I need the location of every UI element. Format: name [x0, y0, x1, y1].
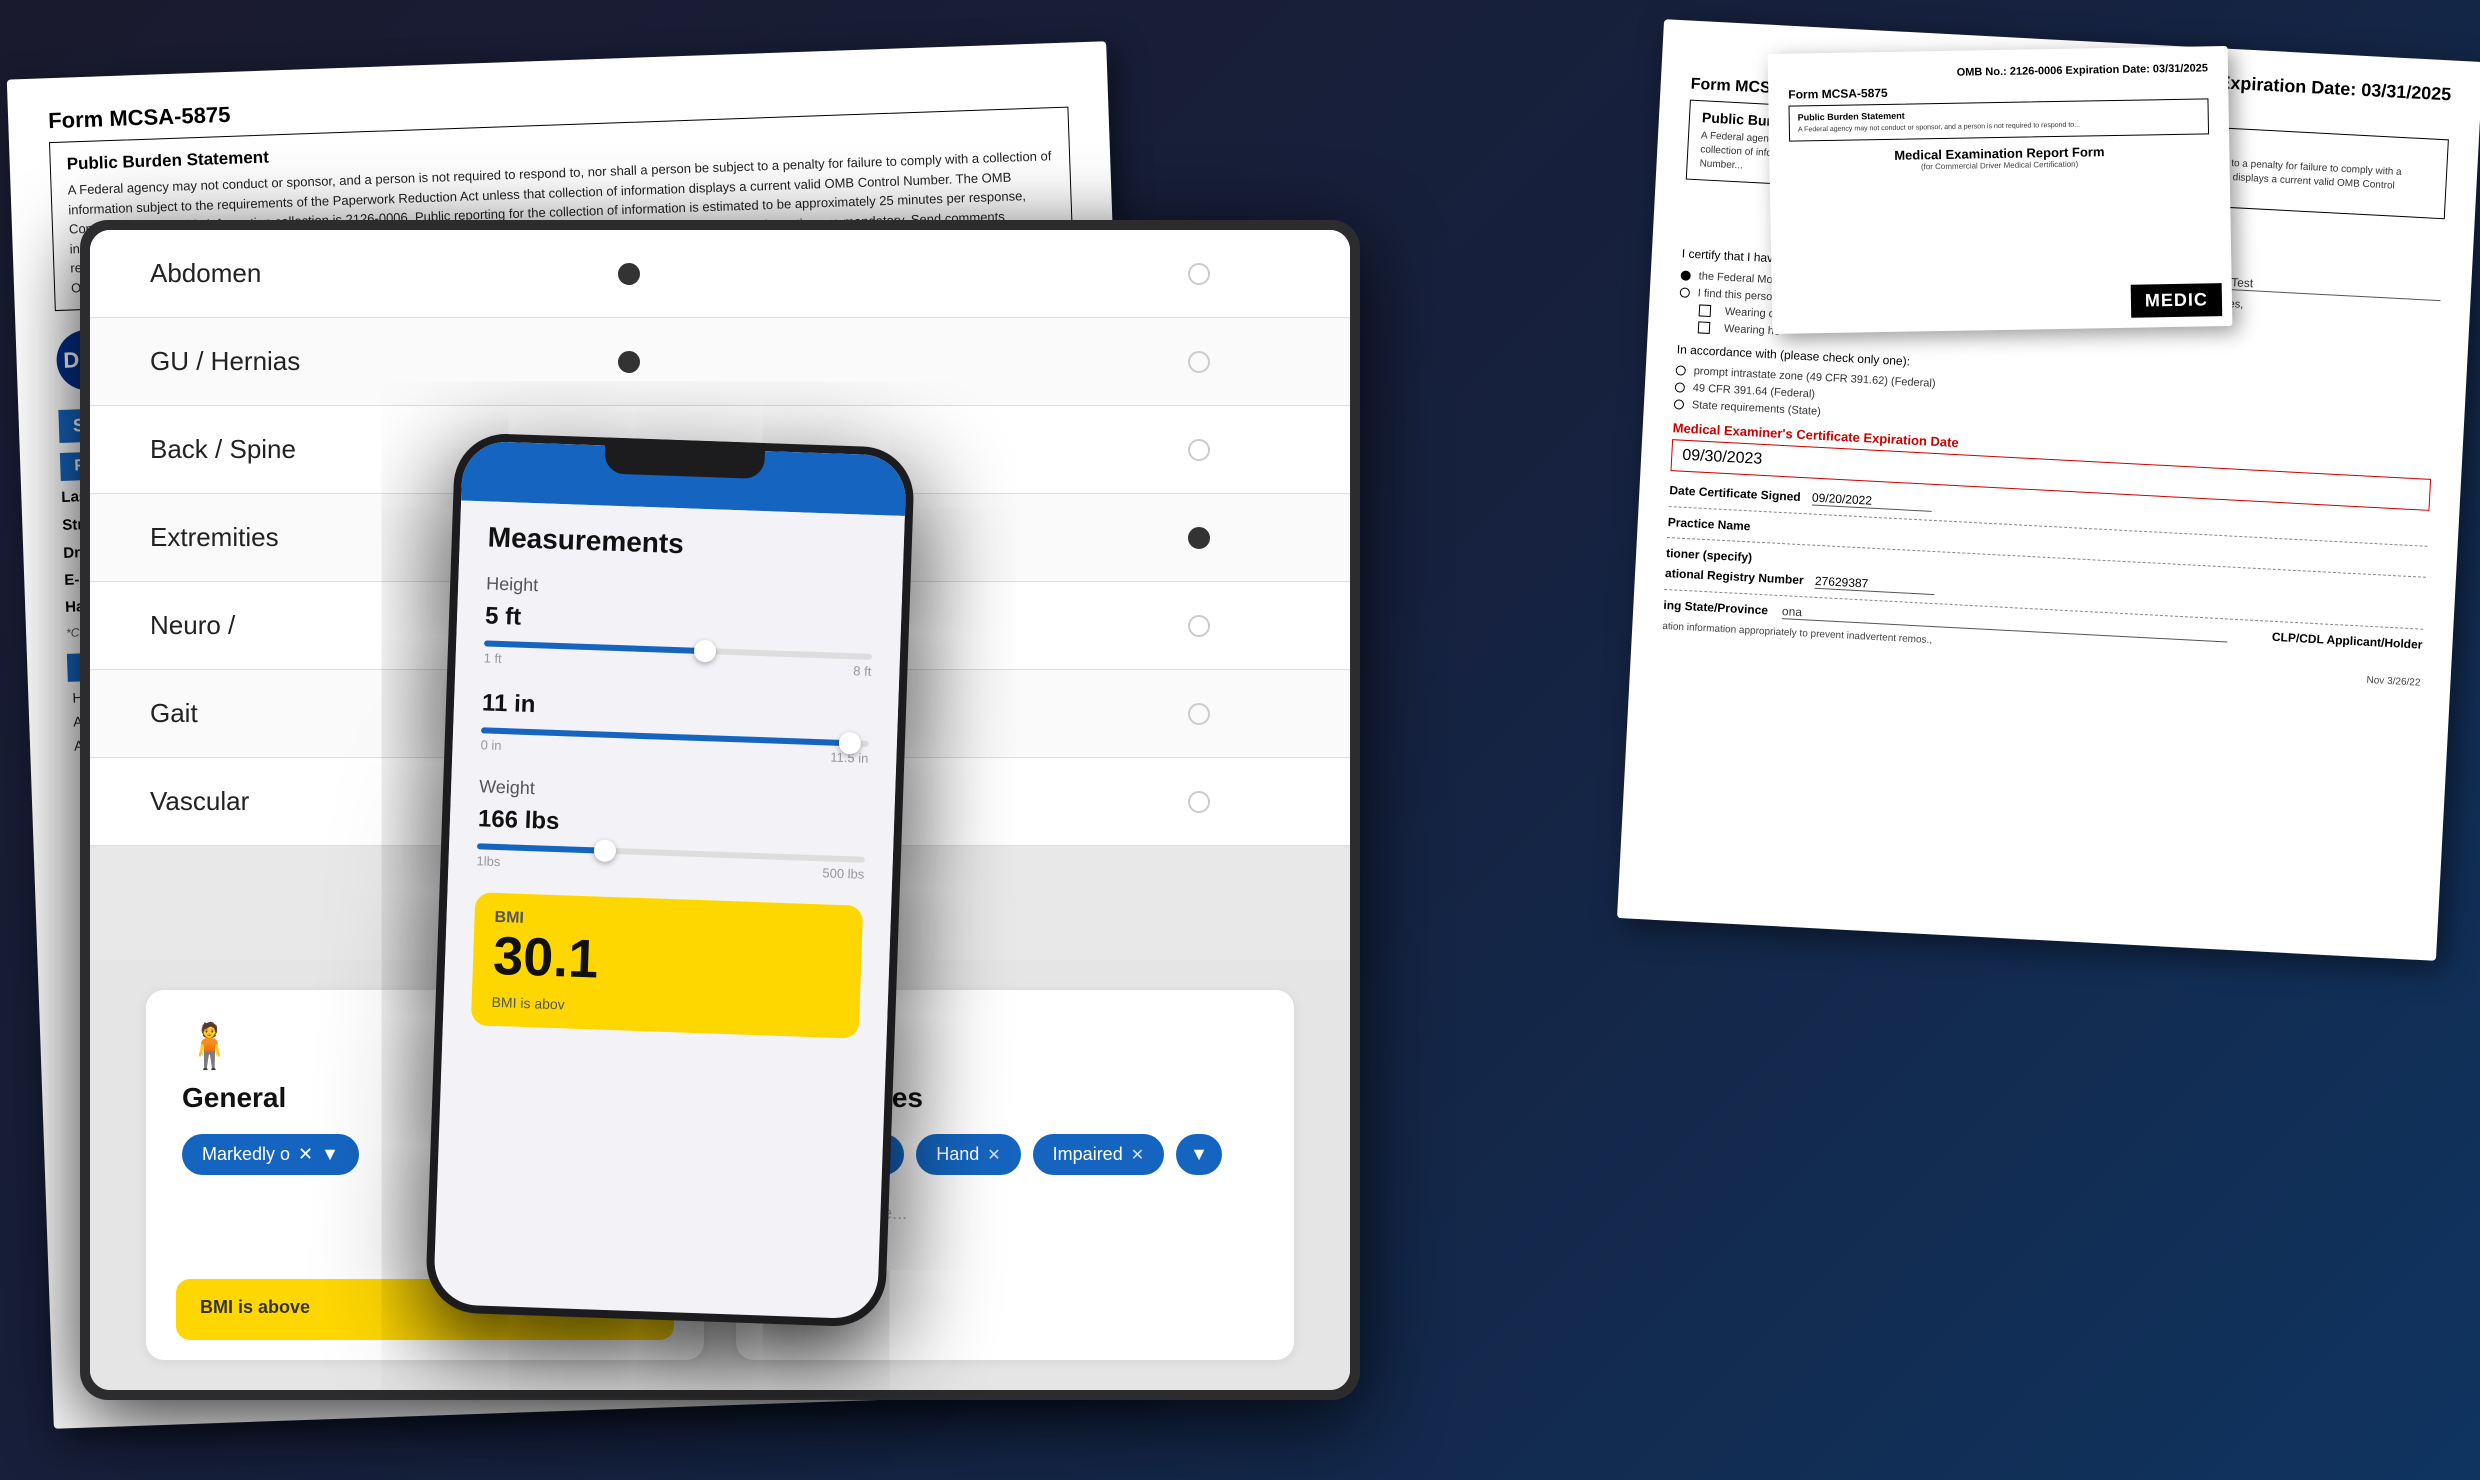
- inches-min: 0 in: [480, 737, 501, 753]
- radio-state-icon: [1674, 399, 1685, 410]
- radio-gu-col1[interactable]: [618, 351, 640, 373]
- system-name-abdomen: Abdomen: [150, 258, 618, 289]
- small-omb: OMB No.: 2126-0006 Expiration Date: 03/3…: [1788, 62, 2208, 81]
- phone: Measurements Height 5 ft 1 ft 8 ft 11 in: [425, 432, 915, 1328]
- radio-abdomen-col1[interactable]: [618, 263, 640, 285]
- markedly-label: Markedly o: [202, 1144, 290, 1165]
- phone-bmi-value: 30.1: [492, 927, 842, 998]
- system-row-gu: GU / Hernias: [90, 318, 1350, 406]
- radio-intrastate-icon: [1675, 365, 1686, 376]
- weight-max: 500 lbs: [822, 865, 864, 881]
- phone-section-title: Measurements: [487, 521, 876, 567]
- radio-abdomen-col2[interactable]: [1188, 263, 1210, 285]
- radio-back-col2[interactable]: [1188, 439, 1210, 461]
- tag-impaired[interactable]: Impaired ✕: [1033, 1134, 1164, 1175]
- radio-filled-icon: [1680, 270, 1691, 281]
- checkbox-icon2: [1698, 321, 1711, 334]
- radio-vascular-col2[interactable]: [1188, 791, 1210, 813]
- system-row-abdomen: Abdomen: [90, 230, 1350, 318]
- height-label: Height: [486, 573, 874, 608]
- markedly-x-icon: ✕: [298, 1144, 313, 1165]
- weight-slider-section: Weight 166 lbs 1lbs 500 lbs: [476, 776, 867, 881]
- radio-federal-icon: [1675, 382, 1686, 393]
- tag-impaired-chevron[interactable]: ▼: [1176, 1134, 1222, 1175]
- height-max: 8 ft: [853, 663, 872, 679]
- markedly-button[interactable]: Markedly o ✕ ▼: [182, 1134, 359, 1175]
- system-name-gu: GU / Hernias: [150, 346, 618, 377]
- checkbox-icon: [1699, 304, 1712, 317]
- radio-empty-icon: [1680, 287, 1691, 298]
- radio-ext-col2[interactable]: [1188, 527, 1210, 549]
- inches-value: 11 in: [482, 689, 871, 731]
- markedly-chevron-icon: ▼: [321, 1144, 339, 1165]
- small-burden-box: Public Burden Statement A Federal agency…: [1788, 98, 2209, 141]
- weight-min: 1lbs: [476, 853, 500, 869]
- weight-fill: [477, 843, 605, 853]
- phone-screen: Measurements Height 5 ft 1 ft 8 ft 11 in: [433, 441, 907, 1320]
- tag-hand-label: Hand: [936, 1144, 979, 1165]
- medic-stamp: MEDIC: [2131, 283, 2223, 318]
- tag-hand[interactable]: Hand ✕: [916, 1134, 1020, 1175]
- height-value: 5 ft: [485, 602, 874, 644]
- radio-neuro-col2[interactable]: [1188, 615, 1210, 637]
- phone-notch: [604, 437, 765, 479]
- cert-first-value: Test: [2231, 275, 2441, 301]
- phone-content: Measurements Height 5 ft 1 ft 8 ft 11 in: [442, 500, 905, 1060]
- tag-impaired-x-icon[interactable]: ✕: [1131, 1145, 1144, 1165]
- height-slider-section: Height 5 ft 1 ft 8 ft: [483, 573, 874, 678]
- radio-gu-col2[interactable]: [1188, 351, 1210, 373]
- phone-bmi-note: BMI is abov: [491, 994, 839, 1022]
- height-min: 1 ft: [483, 650, 502, 666]
- doc-small: OMB No.: 2126-0006 Expiration Date: 03/3…: [1768, 46, 2233, 334]
- inches-slider-section: 11 in 0 in 11.5 in: [480, 689, 870, 766]
- red-cert-value: 09/30/2023: [1682, 447, 1763, 468]
- weight-label: Weight: [479, 776, 867, 811]
- tag-impaired-label: Impaired: [1053, 1144, 1123, 1165]
- phone-bmi-box: BMI 30.1 BMI is abov: [471, 892, 863, 1039]
- weight-value: 166 lbs: [478, 805, 867, 847]
- radio-gait-col2[interactable]: [1188, 703, 1210, 725]
- tag-hand-x-icon[interactable]: ✕: [987, 1145, 1000, 1165]
